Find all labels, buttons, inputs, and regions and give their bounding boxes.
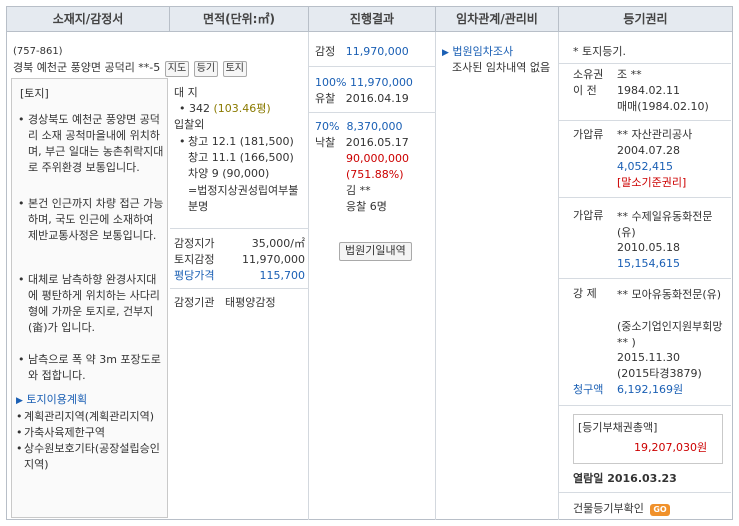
- go-button[interactable]: GO: [650, 504, 670, 516]
- round2-min-price: 70% 8,370,000: [315, 120, 403, 133]
- appraisal-agency: 감정기관 태평양감정: [174, 296, 276, 309]
- seizure1-label: 가압류: [573, 128, 604, 141]
- round1-result: 유찰 2016.04.19: [315, 92, 409, 105]
- winning-ratio: (751.88%): [346, 168, 404, 181]
- forced-auction-label: 강 제: [573, 287, 597, 300]
- land-use-item: 상수원보호기타(공장설립승인지역): [24, 442, 160, 471]
- winner-name: 김 **: [346, 184, 371, 197]
- desc-title: [토지]: [20, 87, 49, 100]
- excluded-note: =법정지상권성립여부불분명: [188, 184, 299, 213]
- land-use-item: 가축사육제한구역: [24, 426, 105, 439]
- desc-item: 본건 인근까지 차량 접근 가능하며, 국도 인근에 소재하여 제반교통사정은 …: [28, 197, 164, 242]
- appraisal-description: [토지] • 경상북도 예천군 풍양면 공덕리 소재 공척마을내에 위치하며, …: [11, 78, 168, 518]
- winning-bid: 90,000,000: [346, 152, 409, 165]
- appraisal-row: 감정 11,970,000: [315, 45, 409, 58]
- viewed-date: 열람일 2016.03.23: [573, 472, 677, 485]
- header-progress: 진행결과: [309, 7, 436, 31]
- header-tenant: 임차관계/관리비: [436, 7, 559, 31]
- land-label: 대 지: [174, 86, 198, 99]
- header-area: 면적(단위:㎡): [170, 7, 309, 31]
- header-rights: 등기권리: [623, 12, 668, 26]
- seizure1-date: 2004.07.28: [617, 144, 680, 157]
- owner-name: 조 **: [617, 68, 642, 81]
- seizure1-amount: 4,052,415: [617, 160, 673, 173]
- triangle-right-icon: ▶: [442, 48, 449, 58]
- address-text: 경북 예천군 풍양면 공덕리 **-5: [13, 61, 161, 74]
- auction-detail-table: 소재지/감정서 면적(단위:㎡) 진행결과 임차관계/관리비 등기권리 (757…: [6, 6, 733, 520]
- land-use-item: 계획관리지역(계획관리지역): [24, 410, 155, 423]
- total-debt-box: [등기부채권총액] 19,207,030원: [573, 414, 723, 464]
- transfer-label: 이 전: [573, 84, 597, 97]
- triangle-right-icon: ▶: [16, 396, 23, 406]
- desc-item: 경상북도 예천군 풍양면 공덕리 소재 공척마을내에 위치하며, 부근 일대는 …: [28, 113, 164, 174]
- excluded-label: 입찰외: [174, 118, 205, 131]
- zip-code: (757-861): [13, 46, 63, 57]
- base-right-badge: [말소기준권리]: [617, 176, 687, 189]
- land-appraisal-value: 11,970,000: [242, 253, 305, 266]
- seizure1-holder: ** 자산관리공사: [617, 128, 693, 141]
- court-tenant-survey-link[interactable]: ▶ 법원임차조사: [442, 45, 513, 60]
- forced-auction-case: (2015타경3879): [617, 367, 702, 380]
- land-button[interactable]: 토지: [222, 61, 247, 77]
- forced-auction-date: 2015.11.30: [617, 351, 680, 364]
- address-line: 경북 예천군 풍양면 공덕리 **-5 지도 등기 토지: [13, 61, 247, 77]
- land-registry-title: * 토지등기.: [573, 45, 626, 58]
- desc-item: 남측으로 폭 약 3m 포장도로와 접합니다.: [28, 353, 161, 382]
- excluded-item: 창고 11.1 (166,500): [188, 151, 294, 164]
- excluded-item: 창고 12.1 (181,500): [188, 135, 294, 148]
- court-schedule-button[interactable]: 법원기일내역: [339, 242, 412, 261]
- seizure2-label: 가압류: [573, 209, 604, 222]
- avg-price-value: 115,700: [259, 269, 306, 282]
- total-debt-value: 19,207,030원: [634, 441, 708, 454]
- round2-result: 낙찰 2016.05.17: [315, 136, 409, 149]
- location-area-column: (757-861) 경북 예천군 풍양면 공덕리 **-5 지도 등기 토지 […: [7, 32, 309, 520]
- bidder-count: 응찰 6명: [346, 200, 387, 213]
- land-area: • 342 (103.46평): [179, 102, 271, 115]
- desc-item: 대체로 남측하향 완경사지대에 평탄하게 위치하는 사다리형에 가까운 토지로,…: [28, 273, 160, 334]
- map-button[interactable]: 지도: [164, 61, 190, 77]
- forced-auction-holder: ** 모아유동화전문(유): [617, 288, 722, 301]
- excluded-item: 차양 9 (90,000): [188, 167, 270, 180]
- header-location: 소재지/감정서: [7, 7, 170, 31]
- price-per-m2-value: 35,000/㎡: [251, 237, 305, 250]
- registry-button[interactable]: 등기: [193, 61, 219, 77]
- forced-auction-sub: (중소기업인지원부회망 ** ): [617, 320, 723, 349]
- claim-label: 청구액: [573, 383, 604, 396]
- transfer-date: 1984.02.11: [617, 84, 680, 97]
- transfer-cause: 매매(1984.02.10): [617, 100, 709, 113]
- land-appraisal-label: 토지감정: [174, 253, 215, 266]
- seizure2-amount: 15,154,615: [617, 257, 680, 270]
- seizure2-holder: ** 수제일유동화전문(유): [617, 210, 713, 239]
- rights-column: * 토지등기. 소유권 조 ** 이 전 1984.02.11 매매(1984.…: [559, 32, 732, 520]
- total-debt-label: [등기부채권총액]: [578, 421, 658, 434]
- claim-value: 6,192,169원: [617, 383, 684, 396]
- avg-price-label: 평당가격: [174, 269, 215, 282]
- progress-column: 감정 11,970,000 100% 11,970,000 유찰 2016.04…: [309, 32, 436, 520]
- price-per-m2-label: 감정지가: [174, 237, 215, 250]
- seizure2-date: 2010.05.18: [617, 241, 680, 254]
- table-header: 소재지/감정서 면적(단위:㎡) 진행결과 임차관계/관리비 등기권리: [7, 7, 732, 32]
- land-use-link[interactable]: ▶ 토지이용계획: [16, 393, 87, 408]
- tenant-column: ▶ 법원임차조사 조사된 임차내역 없음: [436, 32, 559, 520]
- round1-min-price: 100% 11,970,000: [315, 76, 413, 89]
- tenant-note: 조사된 임차내역 없음: [452, 61, 551, 74]
- owner-label: 소유권: [573, 68, 604, 81]
- building-registry-check[interactable]: 건물등기부확인 GO: [573, 502, 670, 517]
